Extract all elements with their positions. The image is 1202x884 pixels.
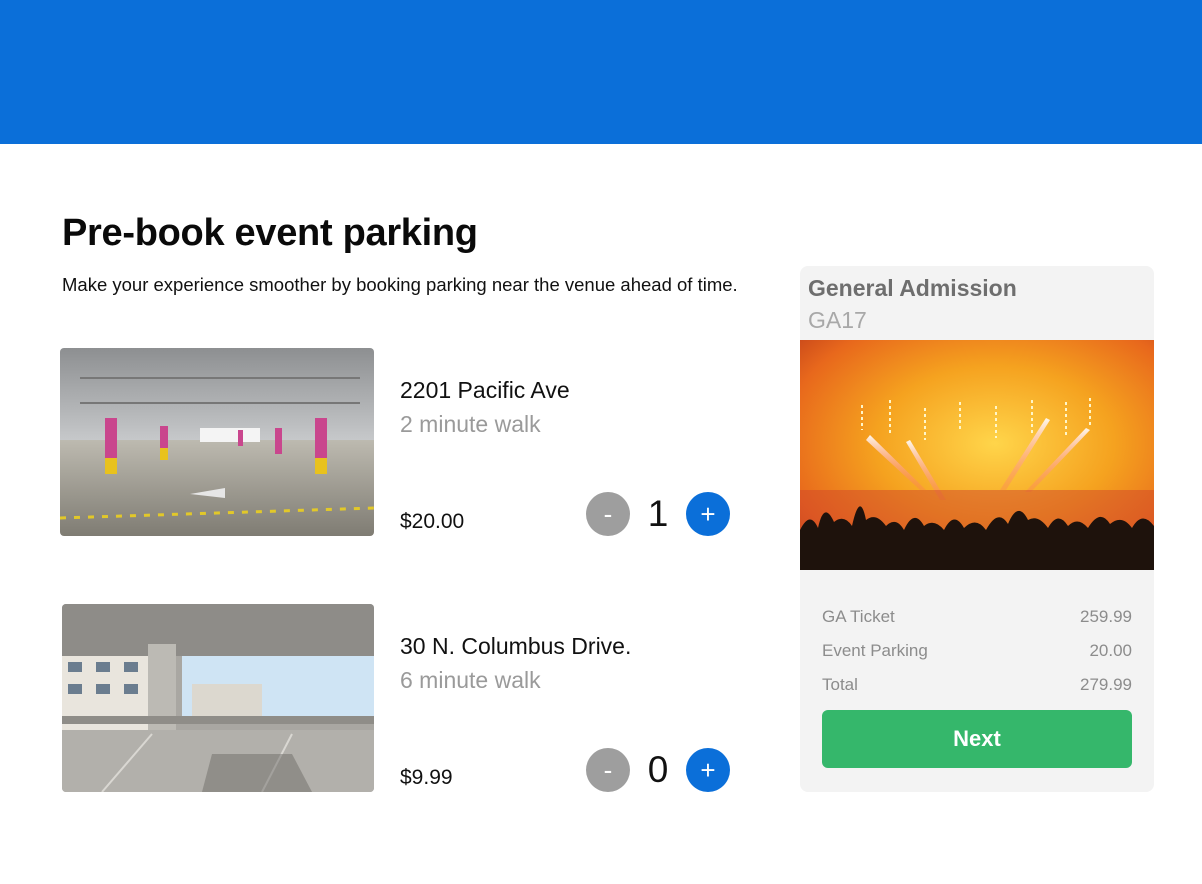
lot-price: $9.99	[400, 766, 453, 789]
line-item-value: 259.99	[1080, 607, 1132, 626]
total-value: 279.99	[1080, 675, 1132, 694]
page-title: Pre-book event parking	[62, 212, 478, 254]
lot-walk-time: 6 minute walk	[400, 667, 541, 693]
parking-lot-image	[60, 348, 374, 536]
ticket-title: General Admission	[808, 275, 1017, 301]
quantity-value: 0	[647, 749, 669, 790]
lot-walk-time: 2 minute walk	[400, 411, 541, 437]
parking-lot-image	[62, 604, 374, 792]
decrease-quantity-button[interactable]: -	[586, 748, 630, 792]
lot-name: 30 N. Columbus Drive.	[400, 633, 632, 659]
ticket-code: GA17	[808, 307, 867, 333]
lot-price: $20.00	[400, 510, 465, 533]
line-item-label: GA Ticket	[822, 607, 895, 626]
lot-name: 2201 Pacific Ave	[400, 377, 570, 403]
increase-quantity-button[interactable]: +	[686, 492, 730, 536]
decrease-quantity-button[interactable]: -	[586, 492, 630, 536]
concert-image	[800, 340, 1154, 570]
order-summary-card: General Admission GA17 GA Ticket 259.99 …	[800, 266, 1154, 792]
line-item-value: 20.00	[1089, 641, 1132, 660]
top-header-bar	[0, 0, 1202, 144]
page-subtitle: Make your experience smoother by booking…	[62, 274, 738, 295]
next-button[interactable]: Next	[822, 710, 1132, 768]
line-item-label: Event Parking	[822, 641, 928, 660]
total-label: Total	[822, 675, 858, 694]
quantity-value: 1	[647, 493, 669, 534]
increase-quantity-button[interactable]: +	[686, 748, 730, 792]
